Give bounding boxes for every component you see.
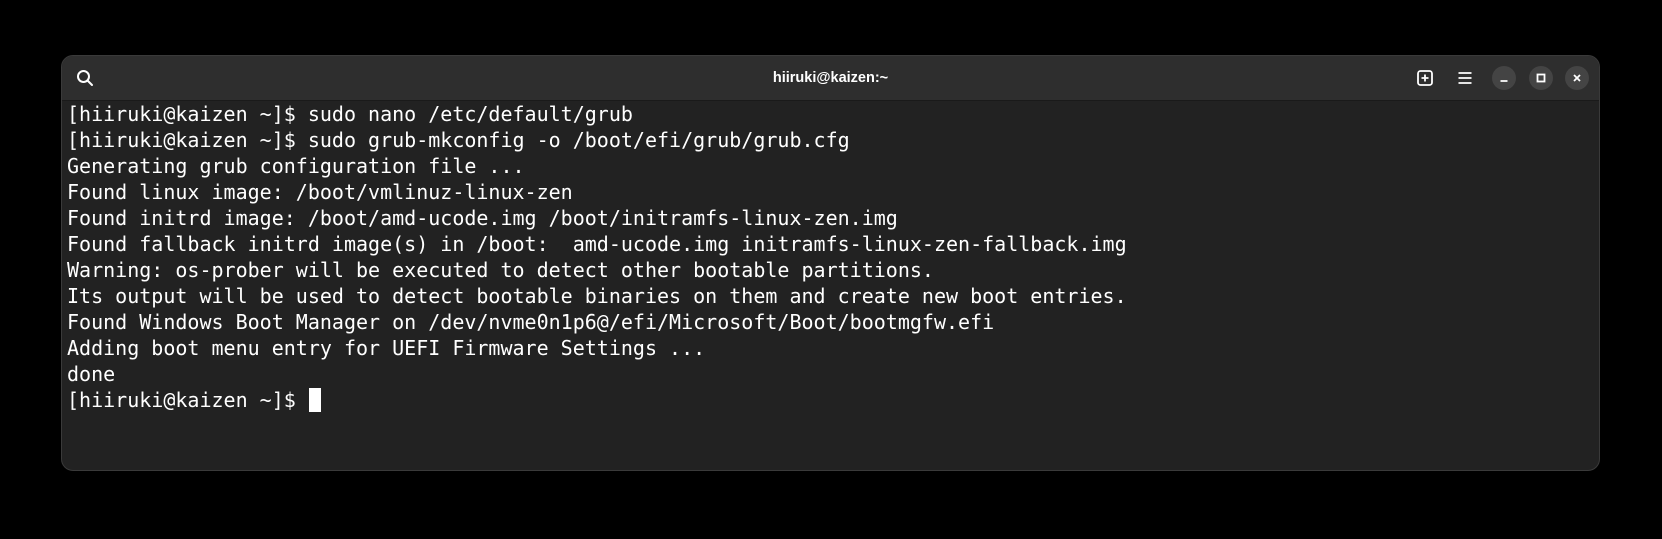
terminal-line: [hiiruki@kaizen ~]$ sudo grub-mkconfig -… <box>67 128 850 152</box>
terminal-line: done <box>67 362 116 386</box>
new-tab-button[interactable] <box>1408 61 1442 95</box>
minimize-icon <box>1500 80 1508 82</box>
terminal-window: hiiruki@kaizen:~ [hiiruki@kaizen ~]$ sud… <box>61 55 1600 471</box>
close-button[interactable] <box>1565 66 1589 90</box>
terminal-line: Found linux image: /boot/vmlinuz-linux-z… <box>67 180 573 204</box>
terminal-output[interactable]: [hiiruki@kaizen ~]$ sudo nano /etc/defau… <box>62 101 1599 470</box>
terminal-line: Generating grub configuration file ... <box>67 154 525 178</box>
terminal-line: [hiiruki@kaizen ~]$ sudo nano /etc/defau… <box>67 102 633 126</box>
terminal-line: Found fallback initrd image(s) in /boot:… <box>67 232 1127 256</box>
maximize-icon <box>1536 73 1546 83</box>
search-button[interactable] <box>68 61 102 95</box>
shell-prompt: [hiiruki@kaizen ~]$ <box>67 388 308 412</box>
maximize-button[interactable] <box>1529 66 1553 90</box>
terminal-line: Adding boot menu entry for UEFI Firmware… <box>67 336 706 360</box>
hamburger-menu-icon <box>1458 72 1472 84</box>
titlebar: hiiruki@kaizen:~ <box>62 56 1599 101</box>
window-title: hiiruki@kaizen:~ <box>772 70 889 86</box>
search-icon <box>77 70 93 86</box>
active-prompt-line[interactable]: [hiiruki@kaizen ~]$ <box>67 387 1599 413</box>
new-tab-icon <box>1417 70 1433 86</box>
close-icon <box>1573 74 1581 82</box>
terminal-line: Warning: os-prober will be executed to d… <box>67 258 934 282</box>
terminal-line: Its output will be used to detect bootab… <box>67 284 1127 308</box>
minimize-button[interactable] <box>1492 66 1516 90</box>
main-menu-button[interactable] <box>1448 61 1482 95</box>
terminal-line: Found Windows Boot Manager on /dev/nvme0… <box>67 310 995 334</box>
text-cursor <box>308 388 321 412</box>
terminal-line: Found initrd image: /boot/amd-ucode.img … <box>67 206 898 230</box>
